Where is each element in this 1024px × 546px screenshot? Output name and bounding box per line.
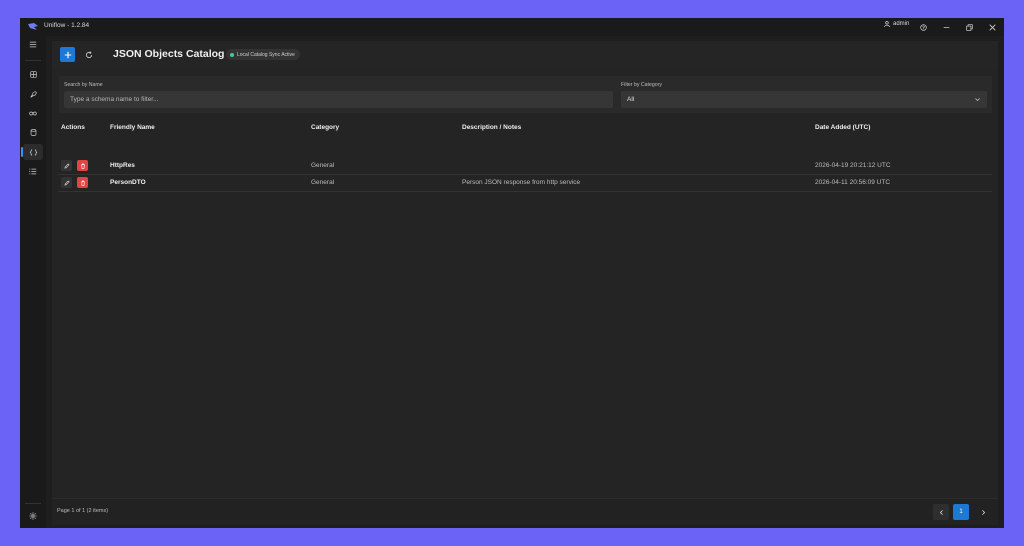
sidebar-item-dashboard[interactable] — [23, 66, 43, 82]
next-page-button[interactable] — [975, 504, 991, 520]
description: Person JSON response from http service — [462, 179, 581, 186]
search-label: Search by Name — [64, 82, 103, 88]
integrations-icon — [29, 111, 37, 115]
edit-button[interactable] — [61, 177, 72, 188]
pagination-footer: Page 1 of 1 (2 items) 1 — [52, 498, 998, 525]
dashboard-icon — [29, 70, 37, 78]
table-row[interactable]: PersonDTO General Person JSON response f… — [58, 174, 992, 192]
trash-icon — [80, 180, 85, 186]
add-object-button[interactable] — [60, 47, 75, 62]
table-row[interactable]: HttpRes General 2026-04-19 20:21:12 UTC — [58, 157, 992, 175]
rocket-icon — [29, 90, 37, 98]
category-filter-value: All — [627, 96, 635, 103]
app-title: Uniflow - 1.2.84 — [44, 22, 90, 29]
edit-button[interactable] — [61, 160, 72, 171]
restore-icon — [965, 23, 973, 31]
sync-status-text: Local Catalog Sync Active — [237, 51, 295, 58]
chevron-down-icon — [975, 98, 980, 102]
restore-button[interactable] — [962, 20, 976, 34]
close-button[interactable] — [985, 20, 999, 34]
sidebar-divider — [25, 60, 41, 61]
date-added: 2026-04-19 20:21:12 UTC — [815, 162, 891, 169]
sync-status-dot — [230, 52, 234, 57]
app-window: Uniflow - 1.2.84 admin JSON Objects Cata… — [20, 18, 1004, 528]
pencil-icon — [63, 179, 70, 186]
minimize-button[interactable] — [939, 20, 953, 34]
app-logo-icon — [28, 23, 38, 30]
sidebar-item-integrations[interactable] — [23, 105, 43, 121]
column-header-date[interactable]: Date Added (UTC) — [815, 124, 870, 131]
user-icon — [884, 21, 890, 27]
minimize-icon — [943, 26, 949, 28]
main-content: JSON Objects Catalog Local Catalog Sync … — [52, 41, 998, 525]
pencil-icon — [63, 162, 70, 169]
user-menu[interactable]: admin — [884, 21, 909, 27]
settings-icon — [29, 512, 37, 520]
friendly-name: HttpRes — [110, 162, 135, 169]
database-icon — [30, 128, 36, 136]
close-icon — [988, 23, 996, 31]
sidebar-divider — [25, 503, 41, 504]
column-header-name[interactable]: Friendly Name — [110, 124, 155, 131]
page-title: JSON Objects Catalog — [113, 48, 225, 60]
menu-icon — [29, 41, 37, 47]
title-bar: Uniflow - 1.2.84 admin — [20, 18, 1004, 36]
refresh-button[interactable] — [81, 47, 96, 62]
column-header-description[interactable]: Description / Notes — [462, 124, 521, 131]
filter-panel: Search by Name Filter by Category All — [59, 76, 992, 113]
friendly-name: PersonDTO — [110, 179, 146, 186]
date-added: 2026-04-11 20:56:09 UTC — [815, 179, 891, 186]
sidebar-item-deploy[interactable] — [23, 86, 43, 102]
column-header-category[interactable]: Category — [311, 124, 339, 131]
help-button[interactable] — [916, 20, 930, 34]
delete-button[interactable] — [77, 177, 88, 188]
chevron-left-icon — [939, 509, 943, 515]
json-braces-icon — [29, 148, 37, 156]
refresh-icon — [85, 50, 92, 58]
list-icon — [29, 168, 37, 174]
category: General — [311, 162, 335, 169]
previous-page-button[interactable] — [933, 504, 949, 520]
category-filter-select[interactable]: All — [621, 91, 987, 108]
category: General — [311, 179, 335, 186]
plus-icon — [64, 51, 71, 58]
search-input[interactable] — [64, 91, 613, 108]
sync-status-badge: Local Catalog Sync Active — [226, 49, 300, 60]
page-number-button[interactable]: 1 — [953, 504, 969, 520]
sidebar-item-settings[interactable] — [23, 508, 43, 524]
delete-button[interactable] — [77, 160, 88, 171]
sidebar-menu-toggle[interactable] — [23, 36, 43, 52]
column-header-actions: Actions — [61, 124, 85, 131]
sidebar — [20, 36, 46, 528]
chevron-right-icon — [981, 509, 985, 515]
sidebar-item-database[interactable] — [23, 124, 43, 140]
sidebar-item-list[interactable] — [23, 163, 43, 179]
trash-icon — [80, 163, 85, 169]
page-toolbar: JSON Objects Catalog Local Catalog Sync … — [52, 41, 998, 69]
page-info: Page 1 of 1 (2 items) — [57, 508, 109, 514]
category-filter-label: Filter by Category — [621, 82, 662, 88]
username: admin — [893, 21, 910, 27]
help-icon — [919, 23, 927, 31]
sidebar-item-json-objects[interactable] — [21, 144, 43, 160]
